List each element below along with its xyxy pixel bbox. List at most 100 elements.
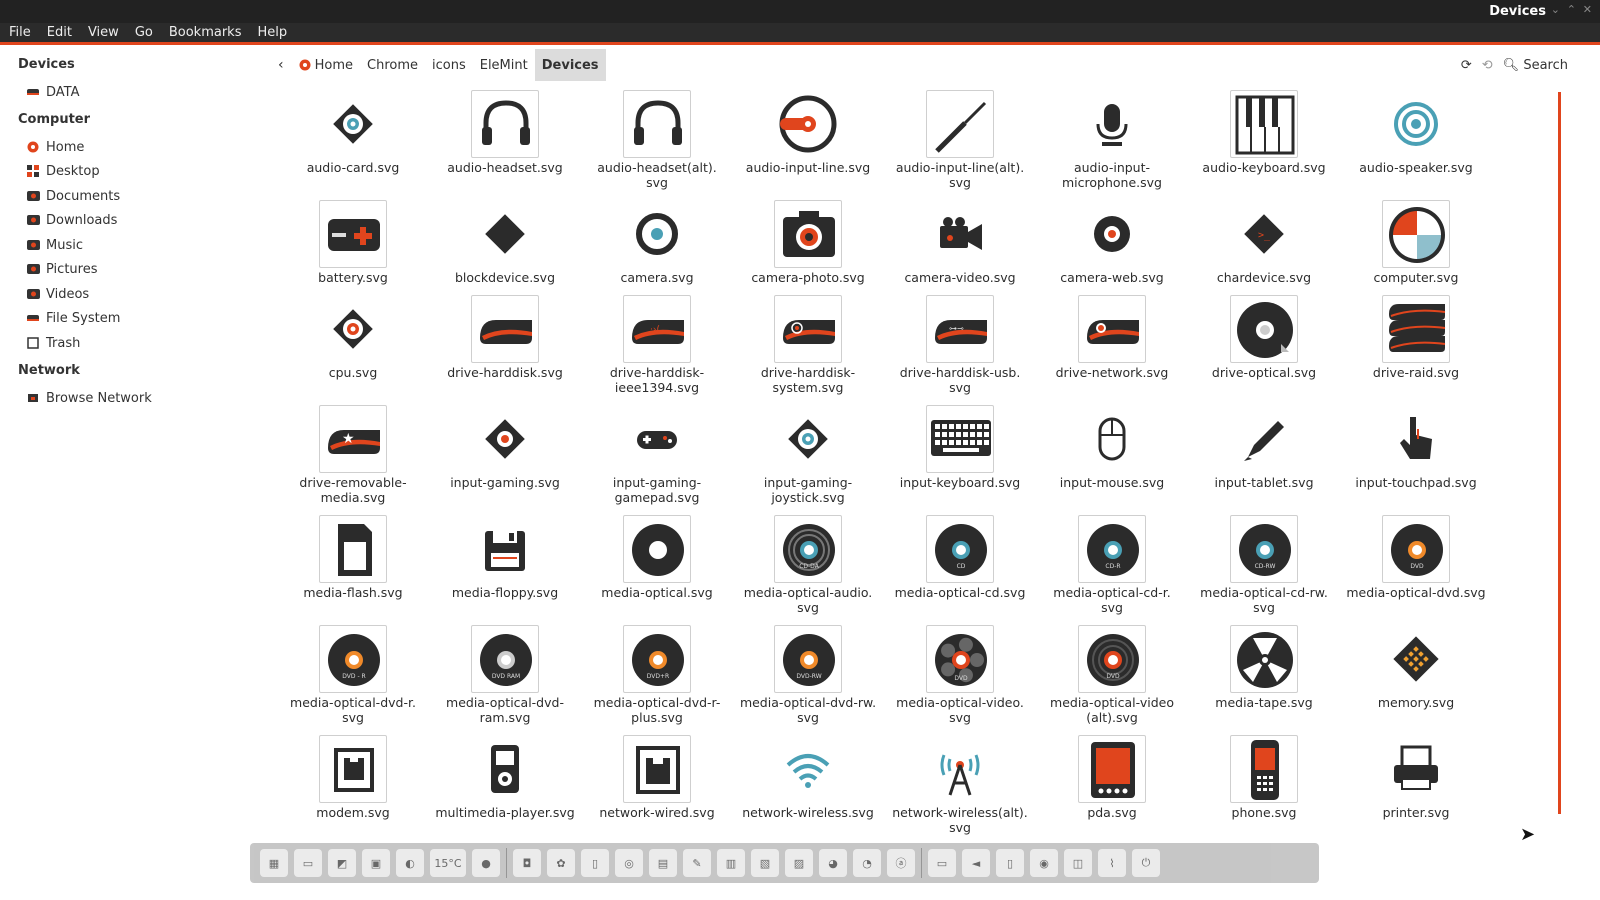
file-name-line: modem.svg bbox=[316, 805, 390, 820]
svg-text:DVD+R: DVD+R bbox=[647, 673, 669, 680]
dock-app-icon[interactable]: ▭ bbox=[294, 849, 322, 877]
file-name-label: memory.svg bbox=[1341, 695, 1491, 710]
dock-app-icon[interactable]: ◉ bbox=[1030, 849, 1058, 877]
maximize-icon[interactable]: ⌃ bbox=[1567, 3, 1576, 16]
svg-text:⊶⊸: ⊶⊸ bbox=[949, 324, 964, 333]
menu-go[interactable]: Go bbox=[135, 25, 153, 40]
media-optical-dvd-icon: DVD bbox=[1382, 515, 1450, 583]
dock-app-icon[interactable]: ▦ bbox=[260, 849, 288, 877]
file-name-line: media-optical-cd-r. bbox=[1053, 585, 1171, 600]
sidebar-item-label: Music bbox=[46, 237, 83, 253]
svg-text:DVD: DVD bbox=[954, 675, 968, 682]
file-name-label: media-floppy.svg bbox=[430, 585, 580, 600]
file-name-label: input-gaming-gamepad.svg bbox=[582, 475, 732, 505]
files-icon[interactable]: ▯ bbox=[996, 849, 1024, 877]
close-icon[interactable]: ✕ bbox=[1583, 3, 1592, 16]
file-name-label: media-optical-video (alt).svg bbox=[1037, 695, 1187, 725]
dock-app-icon[interactable]: ◎ bbox=[615, 849, 643, 877]
scrollbar[interactable] bbox=[1558, 92, 1561, 814]
volume-icon[interactable]: ◄ bbox=[962, 849, 990, 877]
file-name-line: media-optical-dvd-r. bbox=[290, 695, 416, 710]
file-name-label: drive-network.svg bbox=[1037, 365, 1187, 380]
input-keyboard-icon bbox=[926, 405, 994, 473]
dock-app-icon[interactable]: ▤ bbox=[649, 849, 677, 877]
breadcrumb-devices[interactable]: Devices bbox=[534, 49, 606, 81]
media-optical-dvd-r-plus-icon: DVD+R bbox=[623, 625, 691, 693]
sidebar-item-videos[interactable]: Videos bbox=[26, 283, 89, 305]
media-optical-dvd-ram-icon: DVD RAM bbox=[471, 625, 539, 693]
window-icon[interactable]: ▭ bbox=[928, 849, 956, 877]
weather-temp: 15°C bbox=[434, 856, 462, 870]
dock-app-icon[interactable]: ◐ bbox=[396, 849, 424, 877]
file-name-line: microphone.svg bbox=[1062, 175, 1162, 190]
file-name-label: media-optical-audio. svg bbox=[733, 585, 883, 615]
file-name-line: svg bbox=[949, 820, 971, 835]
menu-view[interactable]: View bbox=[88, 25, 119, 40]
dock-app-icon[interactable]: ▣ bbox=[362, 849, 390, 877]
file-name-line: pda.svg bbox=[1087, 805, 1137, 820]
dock-app-icon[interactable]: ◔ bbox=[853, 849, 881, 877]
file-name-label: computer.svg bbox=[1341, 270, 1491, 285]
sidebar-item-documents[interactable]: Documents bbox=[26, 185, 120, 207]
dock-app-icon[interactable]: ● bbox=[472, 849, 500, 877]
file-name-line: audio-input-line(alt). bbox=[895, 160, 1025, 175]
dock-app-icon[interactable]: ◕ bbox=[819, 849, 847, 877]
menu-edit[interactable]: Edit bbox=[47, 25, 72, 40]
dock-app-icon[interactable]: ◩ bbox=[328, 849, 356, 877]
file-name-label: audio-headset.svg bbox=[430, 160, 580, 175]
file-name-label: media-optical-cd.svg bbox=[885, 585, 1035, 600]
reload-icon[interactable]: ⟳ bbox=[1461, 58, 1472, 73]
menu-bookmarks[interactable]: Bookmarks bbox=[169, 25, 242, 40]
sidebar-item-browse-network[interactable]: Browse Network bbox=[26, 387, 152, 409]
dock-app-icon[interactable]: ▧ bbox=[751, 849, 779, 877]
sidebar-item-data[interactable]: DATA bbox=[26, 81, 80, 103]
sidebar-item-file-system[interactable]: File System bbox=[26, 307, 120, 329]
stop-icon[interactable]: ⟲ bbox=[1482, 58, 1493, 73]
camera-icon[interactable]: ◘ bbox=[513, 849, 541, 877]
input-mouse-icon bbox=[1078, 405, 1146, 473]
file-name-label: blockdevice.svg bbox=[430, 270, 580, 285]
minimize-icon[interactable]: ⌄ bbox=[1551, 3, 1560, 16]
breadcrumb-chrome[interactable]: Chrome bbox=[360, 49, 425, 81]
sidebar-item-trash[interactable]: Trash bbox=[26, 332, 80, 354]
media-optical-cd-icon: CD bbox=[926, 515, 994, 583]
dock-app-icon[interactable]: ▥ bbox=[717, 849, 745, 877]
weather-widget[interactable]: 15°C bbox=[430, 849, 466, 877]
back-arrow-icon[interactable]: ‹ bbox=[270, 57, 292, 73]
drive-harddisk-icon bbox=[471, 295, 539, 363]
file-name-label: audio-input-line.svg bbox=[733, 160, 883, 175]
dock-app-icon[interactable]: ▨ bbox=[785, 849, 813, 877]
file-name-line: battery.svg bbox=[318, 270, 388, 285]
power-icon[interactable]: ⏻ bbox=[1132, 849, 1160, 877]
sidebar-item-music[interactable]: Music bbox=[26, 234, 83, 256]
dock-app-icon[interactable]: ✿ bbox=[547, 849, 575, 877]
file-name-label: drive-optical.svg bbox=[1189, 365, 1339, 380]
dock-app-icon[interactable]: ▯ bbox=[581, 849, 609, 877]
breadcrumb-icons[interactable]: icons bbox=[425, 49, 473, 81]
sidebar-item-downloads[interactable]: Downloads bbox=[26, 209, 117, 231]
menu-help[interactable]: Help bbox=[257, 25, 287, 40]
file-name-line: media-optical-cd-rw. bbox=[1200, 585, 1328, 600]
window-title: Devices bbox=[1489, 4, 1546, 19]
breadcrumb-home[interactable]: Home bbox=[292, 49, 360, 81]
file-name-label: camera-photo.svg bbox=[733, 270, 883, 285]
sidebar-item-pictures[interactable]: Pictures bbox=[26, 258, 97, 280]
camera-photo-icon bbox=[774, 200, 842, 268]
dock: ▦ ▭ ◩ ▣ ◐ 15°C ● ◘ ✿ ▯ ◎ ▤ ✎ ▥ ▧ ▨ ◕ ◔ ⓐ… bbox=[250, 843, 1319, 883]
file-name-label: drive-harddisk-ieee1394.svg bbox=[582, 365, 732, 395]
dock-app-icon[interactable]: ◫ bbox=[1064, 849, 1092, 877]
search-button[interactable]: 🔍︎ Search bbox=[1503, 58, 1568, 73]
file-name-line: drive-harddisk-usb. bbox=[899, 365, 1021, 380]
sidebar-item-desktop[interactable]: Desktop bbox=[26, 160, 100, 182]
dock-app-icon[interactable]: ✎ bbox=[683, 849, 711, 877]
sidebar-item-home[interactable]: Home bbox=[26, 136, 84, 158]
phone-icon bbox=[1230, 735, 1298, 803]
camera-video-icon bbox=[926, 200, 994, 268]
dock-app-icon[interactable]: ⓐ bbox=[887, 849, 915, 877]
file-name-label: drive-harddisk-usb. svg bbox=[885, 365, 1035, 395]
breadcrumb-elemint[interactable]: EleMint bbox=[473, 49, 535, 81]
menu-file[interactable]: File bbox=[9, 25, 31, 40]
file-name-label: audio-card.svg bbox=[278, 160, 428, 175]
wifi-icon[interactable]: ⌇ bbox=[1098, 849, 1126, 877]
file-name-line: multimedia-player.svg bbox=[435, 805, 575, 820]
